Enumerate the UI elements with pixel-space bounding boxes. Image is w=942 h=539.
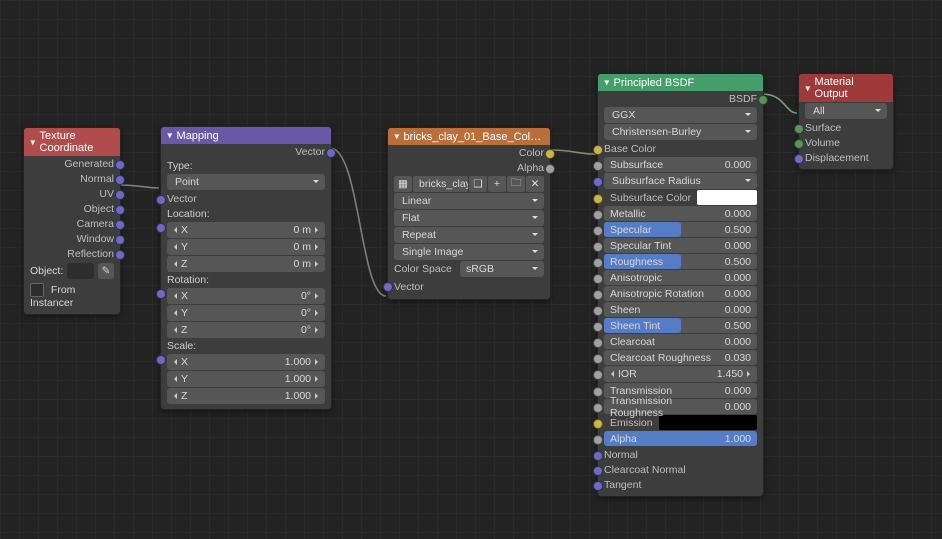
collapse-icon[interactable]: ▾ <box>394 131 399 143</box>
node-header[interactable]: ▾ Material Output <box>799 74 893 102</box>
rotation-label: Rotation: <box>167 274 209 286</box>
location-label: Location: <box>167 208 210 220</box>
output-generated[interactable]: Generated <box>64 158 114 170</box>
scale-y[interactable]: Y1.000 <box>167 371 325 387</box>
param-sheen-tint[interactable]: Sheen Tint0.500 <box>604 318 757 333</box>
param-sheen[interactable]: Sheen0.000 <box>604 302 757 317</box>
node-material-output[interactable]: ▾ Material Output All Surface Volume Dis… <box>798 73 894 170</box>
param-anisotropic[interactable]: Anisotropic0.000 <box>604 270 757 285</box>
output-camera[interactable]: Camera <box>77 218 114 230</box>
input-vector[interactable]: Vector <box>394 281 424 293</box>
object-field[interactable] <box>67 263 94 279</box>
param-specular[interactable]: Specular0.500 <box>604 222 757 237</box>
location-z[interactable]: Z0 m <box>167 256 325 272</box>
eyedropper-icon[interactable]: ✎ <box>98 263 114 279</box>
param-subsurface-color: Subsurface Color <box>610 192 691 204</box>
node-header[interactable]: ▾ bricks_clay_01_Base_Color.jpg <box>388 128 550 145</box>
output-bsdf[interactable]: BSDF <box>729 93 757 105</box>
param-clearcoat[interactable]: Clearcoat0.000 <box>604 334 757 349</box>
open-image-icon[interactable]: 🗀 <box>507 176 525 192</box>
rotation-z[interactable]: Z0° <box>167 322 325 338</box>
input-displacement[interactable]: Displacement <box>805 152 869 164</box>
subsurf-method-select[interactable]: Christensen-Burley <box>604 124 757 140</box>
output-window[interactable]: Window <box>77 233 114 245</box>
new-image-icon[interactable]: + <box>488 176 506 192</box>
node-header[interactable]: ▾ Principled BSDF <box>598 74 763 91</box>
param-alpha[interactable]: Alpha1.000 <box>604 431 757 446</box>
colorspace-label: Color Space <box>394 263 458 275</box>
node-image-texture[interactable]: ▾ bricks_clay_01_Base_Color.jpg Color Al… <box>387 127 551 300</box>
output-color[interactable]: Color <box>519 147 544 159</box>
location-x[interactable]: X0 m <box>167 222 325 238</box>
node-header[interactable]: ▾ Mapping <box>161 127 331 144</box>
param-transmission-roughness[interactable]: Transmission Roughness0.000 <box>604 399 757 414</box>
colorspace-select[interactable]: sRGB <box>460 261 544 277</box>
collapse-icon[interactable]: ▾ <box>30 136 35 148</box>
node-title: Texture Coordinate <box>40 130 114 154</box>
collapse-icon[interactable]: ▾ <box>167 130 172 142</box>
output-alpha[interactable]: Alpha <box>517 162 544 174</box>
type-select[interactable]: Point <box>167 174 325 190</box>
param-metallic[interactable]: Metallic0.000 <box>604 206 757 221</box>
node-header[interactable]: ▾ Texture Coordinate <box>24 128 120 156</box>
output-reflection[interactable]: Reflection <box>67 248 114 260</box>
node-title: Principled BSDF <box>614 77 695 89</box>
param-specular-tint[interactable]: Specular Tint0.000 <box>604 238 757 253</box>
input-surface[interactable]: Surface <box>805 122 841 134</box>
param-subsurface-radius[interactable]: Subsurface Radius <box>604 173 757 189</box>
output-normal[interactable]: Normal <box>80 173 114 185</box>
collapse-icon[interactable]: ▾ <box>604 77 609 89</box>
input-base-color[interactable]: Base Color <box>604 143 656 155</box>
image-name-field[interactable]: bricks_clay_01_B... <box>413 176 468 192</box>
node-mapping[interactable]: ▾ Mapping Vector Type: Point Vector Loca… <box>160 126 332 410</box>
input-volume[interactable]: Volume <box>805 137 840 149</box>
image-browse-icon[interactable]: ▦ <box>394 176 412 192</box>
location-y[interactable]: Y0 m <box>167 239 325 255</box>
output-vector[interactable]: Vector <box>295 146 325 158</box>
type-label: Type: <box>167 160 193 172</box>
object-label: Object: <box>30 265 63 277</box>
output-object[interactable]: Object <box>84 203 114 215</box>
param-roughness[interactable]: Roughness0.500 <box>604 254 757 269</box>
input-clearcoat-normal[interactable]: Clearcoat Normal <box>604 464 686 476</box>
extension-select[interactable]: Repeat <box>394 227 544 243</box>
input-normal[interactable]: Normal <box>604 449 638 461</box>
scale-z[interactable]: Z1.000 <box>167 388 325 404</box>
scale-label: Scale: <box>167 340 196 352</box>
input-vector[interactable]: Vector <box>167 193 197 205</box>
distribution-select[interactable]: GGX <box>604 107 757 123</box>
param-anisotropic-rotation[interactable]: Anisotropic Rotation0.000 <box>604 286 757 301</box>
swatch-subsurface-color[interactable] <box>697 190 757 205</box>
collapse-icon[interactable]: ▾ <box>805 82 810 94</box>
from-instancer-checkbox[interactable] <box>30 283 44 297</box>
projection-select[interactable]: Flat <box>394 210 544 226</box>
input-tangent[interactable]: Tangent <box>604 479 641 491</box>
rotation-x[interactable]: X0° <box>167 288 325 304</box>
frames-select[interactable]: Single Image <box>394 244 544 260</box>
param-subsurface[interactable]: Subsurface0.000 <box>604 157 757 172</box>
node-texture-coordinate[interactable]: ▾ Texture Coordinate Generated Normal UV… <box>23 127 121 315</box>
output-uv[interactable]: UV <box>99 188 114 200</box>
rotation-y[interactable]: Y0° <box>167 305 325 321</box>
param-ior[interactable]: IOR1.450 <box>604 366 757 382</box>
param-clearcoat-roughness[interactable]: Clearcoat Roughness0.030 <box>604 350 757 365</box>
node-title: bricks_clay_01_Base_Color.jpg <box>404 131 544 143</box>
target-select[interactable]: All <box>805 103 887 119</box>
node-principled-bsdf[interactable]: ▾ Principled BSDF BSDF GGX Christensen-B… <box>597 73 764 497</box>
interp-select[interactable]: Linear <box>394 193 544 209</box>
node-title: Mapping <box>177 130 219 142</box>
unlink-image-icon[interactable]: ✕ <box>526 176 544 192</box>
node-title: Material Output <box>815 76 887 100</box>
fake-user-icon[interactable]: ❏ <box>469 176 487 192</box>
scale-x[interactable]: X1.000 <box>167 354 325 370</box>
